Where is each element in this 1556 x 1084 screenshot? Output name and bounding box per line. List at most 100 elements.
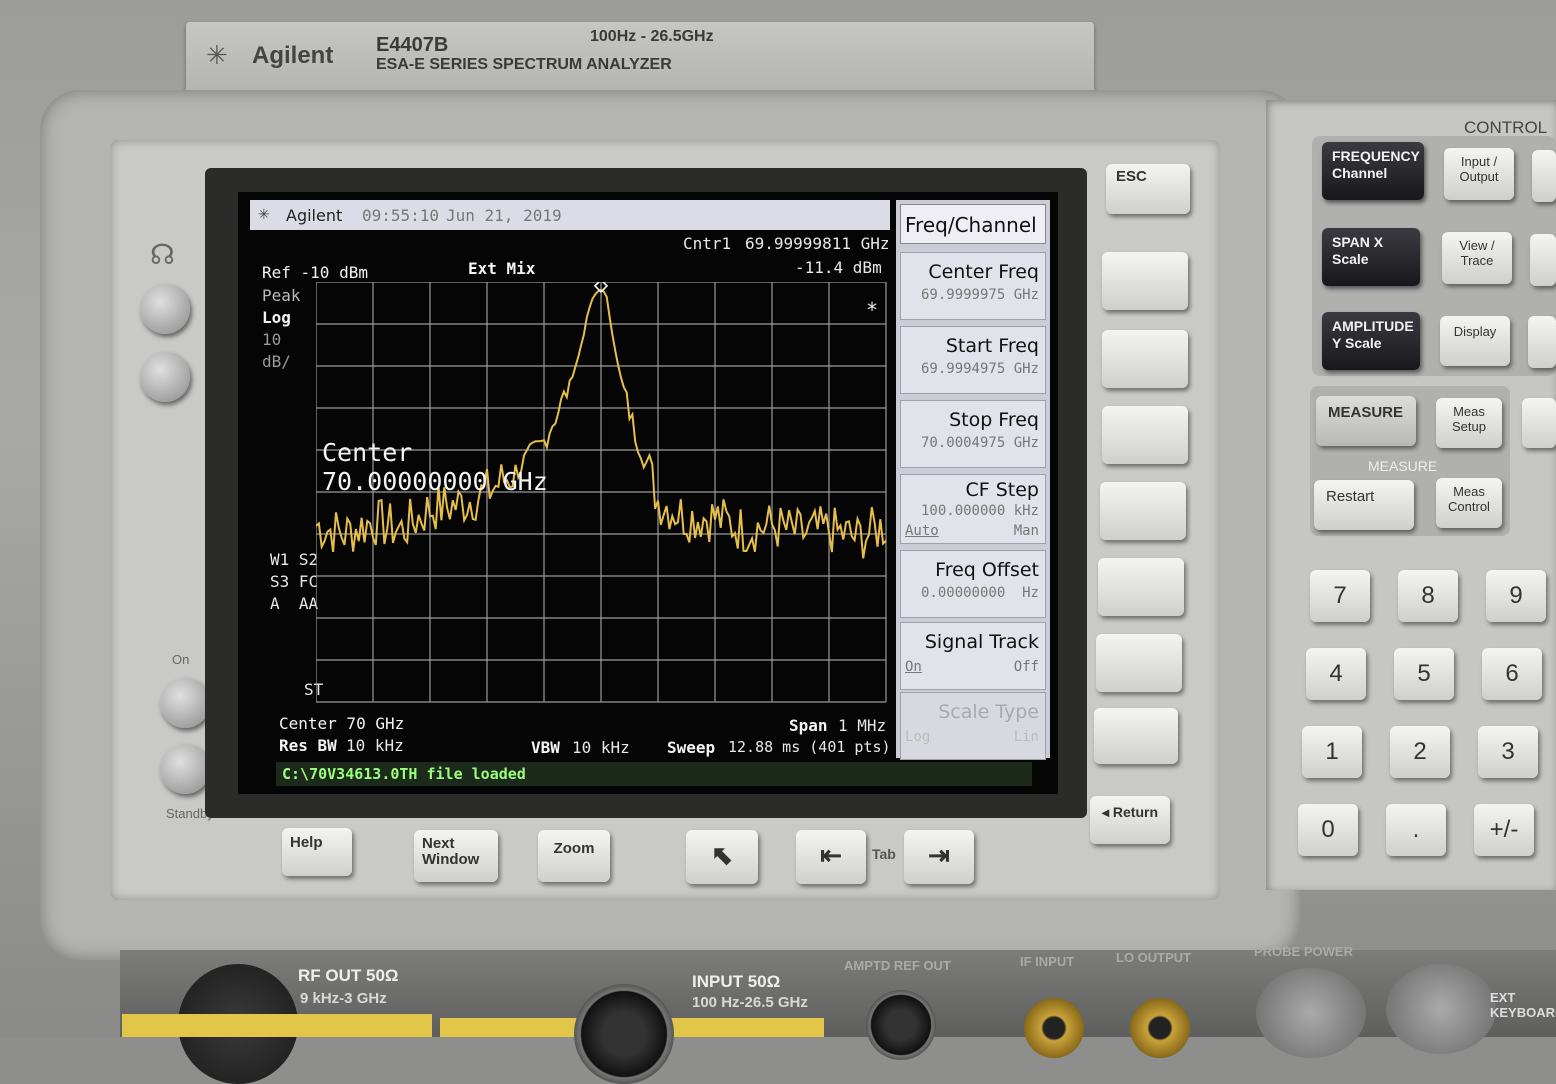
key-seven[interactable]: 7 <box>1310 570 1370 622</box>
marker-freq: 69.99999811 GHz <box>745 234 890 253</box>
view-trace-button[interactable]: View / Trace <box>1442 232 1512 284</box>
contrast-down-button[interactable] <box>140 352 190 402</box>
input-label: INPUT 50Ω <box>692 972 781 991</box>
help-button[interactable]: Help <box>282 828 352 876</box>
lo-output-connector[interactable] <box>1130 998 1190 1058</box>
next-window-button[interactable]: Next Window <box>414 830 498 882</box>
partial-button-3[interactable] <box>1528 316 1556 368</box>
power-on-button[interactable] <box>160 678 210 728</box>
softkey-on: On <box>905 659 922 675</box>
center-annotation-label: Center <box>322 438 413 467</box>
side-label-2: S3 FC <box>270 572 319 591</box>
marker-label: Cntr1 <box>683 234 732 253</box>
amplitude-y-scale-button[interactable]: AMPLITUDE Y Scale <box>1322 312 1420 370</box>
softkey-button-3[interactable] <box>1102 406 1188 464</box>
ext-keyboard-label: EXT KEYBOARD <box>1490 990 1556 1020</box>
zoom-button[interactable]: Zoom <box>538 830 610 882</box>
standby-button[interactable] <box>160 744 210 794</box>
measure-button[interactable]: MEASURE <box>1316 396 1416 446</box>
input-output-label: Input / Output <box>1459 154 1499 184</box>
key-two[interactable]: 2 <box>1390 726 1450 778</box>
side-label-3: A AA <box>270 594 319 613</box>
key-eight[interactable]: 8 <box>1398 570 1458 622</box>
frequency-channel-label: FREQUENCY Channel <box>1332 148 1420 181</box>
range-label: 100Hz - 26.5GHz <box>590 28 714 45</box>
softkey-button-6[interactable] <box>1096 634 1182 692</box>
softkey-button-1[interactable] <box>1102 252 1188 310</box>
marker-level: -11.4 dBm <box>795 258 882 277</box>
key-five[interactable]: 5 <box>1394 648 1454 700</box>
key-one[interactable]: 1 <box>1302 726 1362 778</box>
numeric-keypad: 7 8 9 4 5 6 1 2 3 0. +/- <box>1290 560 1556 880</box>
display-button[interactable]: Display <box>1440 316 1510 366</box>
softkey-title: Freq Offset <box>935 559 1039 581</box>
softkey-auto: Auto <box>905 523 939 539</box>
pointer-arrow-icon: ⬉ <box>711 840 733 870</box>
span-x-scale-button[interactable]: SPAN X Scale <box>1322 228 1420 286</box>
screen-brand: Agilent <box>286 206 343 225</box>
softkey-button-2[interactable] <box>1102 330 1188 388</box>
softkey-off: Off <box>1013 659 1039 675</box>
softkey-cf-step[interactable]: CF Step 100.000000 kHz Auto Man <box>900 474 1046 544</box>
softkey-freq-offset[interactable]: Freq Offset 0.00000000 Hz <box>900 550 1046 618</box>
partial-button-4[interactable] <box>1522 398 1556 448</box>
ext-keyboard-connector[interactable] <box>1386 964 1496 1054</box>
softkey-stop-freq[interactable]: Stop Freq 70.0004975 GHz <box>900 400 1046 468</box>
if-input-connector[interactable] <box>1024 998 1084 1058</box>
softkey-button-7[interactable] <box>1094 708 1178 764</box>
restart-label: Restart <box>1326 488 1375 505</box>
softkey-value: 100.000000 kHz <box>920 503 1039 519</box>
softkey-value: 70.0004975 GHz <box>920 435 1039 451</box>
input-connector[interactable] <box>574 984 674 1084</box>
on-label: On <box>172 652 190 667</box>
partial-button-2[interactable] <box>1530 234 1556 286</box>
esc-button[interactable]: ESC <box>1106 164 1190 214</box>
detector-label: Peak <box>262 286 301 305</box>
softkey-button-5[interactable] <box>1098 558 1184 616</box>
brand-label: Agilent <box>252 42 334 69</box>
softkey-scale-type[interactable]: Scale Type Log Lin <box>900 692 1046 760</box>
softkey-signal-track[interactable]: Signal Track On Off <box>900 622 1046 690</box>
return-button[interactable]: ◂ Return <box>1090 796 1170 844</box>
arrow-button[interactable]: ⬉ <box>686 830 758 884</box>
softkey-button-4[interactable] <box>1100 482 1186 540</box>
softkey-title: Start Freq <box>945 335 1039 357</box>
input-output-button[interactable]: Input / Output <box>1444 148 1514 200</box>
key-nine[interactable]: 9 <box>1486 570 1546 622</box>
partial-button-1[interactable] <box>1532 150 1556 202</box>
key-decimal[interactable]: . <box>1386 804 1446 856</box>
agilent-logo-icon: ✳ <box>206 40 228 70</box>
tab-right-button[interactable]: ⇥ <box>904 830 974 884</box>
key-six[interactable]: 6 <box>1482 648 1542 700</box>
meas-setup-button[interactable]: Meas Setup <box>1436 398 1502 448</box>
side-label-1: W1 S2 <box>270 550 319 569</box>
menu-title-text: Freq/Channel <box>905 213 1037 237</box>
amptd-ref-out-label: AMPTD REF OUT <box>844 958 951 973</box>
key-plus-minus[interactable]: +/- <box>1474 804 1534 856</box>
tab-left-icon: ⇤ <box>820 840 842 870</box>
meas-control-button[interactable]: Meas Control <box>1436 478 1502 528</box>
footer-span-label: Span <box>789 716 828 735</box>
key-zero[interactable]: 0 <box>1298 804 1358 856</box>
measure-label: MEASURE <box>1328 404 1404 421</box>
amptd-ref-out-connector[interactable] <box>866 990 936 1060</box>
frequency-channel-button[interactable]: FREQUENCY Channel <box>1322 142 1424 200</box>
contrast-up-button[interactable] <box>140 284 190 334</box>
softkey-start-freq[interactable]: Start Freq 69.9994975 GHz <box>900 326 1046 394</box>
star-indicator: * <box>866 298 879 322</box>
ext-mix-label: Ext Mix <box>468 259 536 278</box>
softkey-center-freq[interactable]: Center Freq 69.9999975 GHz <box>900 252 1046 320</box>
tab-left-button[interactable]: ⇤ <box>796 830 866 884</box>
softkey-title: Scale Type <box>938 701 1039 723</box>
probe-power-connector[interactable] <box>1256 968 1366 1058</box>
tab-label: Tab <box>872 846 896 862</box>
scale-unit-label: dB/ <box>262 352 291 371</box>
esc-label: ESC <box>1116 168 1147 185</box>
tab-right-icon: ⇥ <box>928 840 950 870</box>
softkey-title: Stop Freq <box>949 409 1039 431</box>
control-title: CONTROL <box>1464 118 1548 137</box>
restart-button[interactable]: Restart <box>1314 480 1414 530</box>
key-four[interactable]: 4 <box>1306 648 1366 700</box>
key-three[interactable]: 3 <box>1478 726 1538 778</box>
measure-group-label: MEASURE <box>1368 458 1438 474</box>
